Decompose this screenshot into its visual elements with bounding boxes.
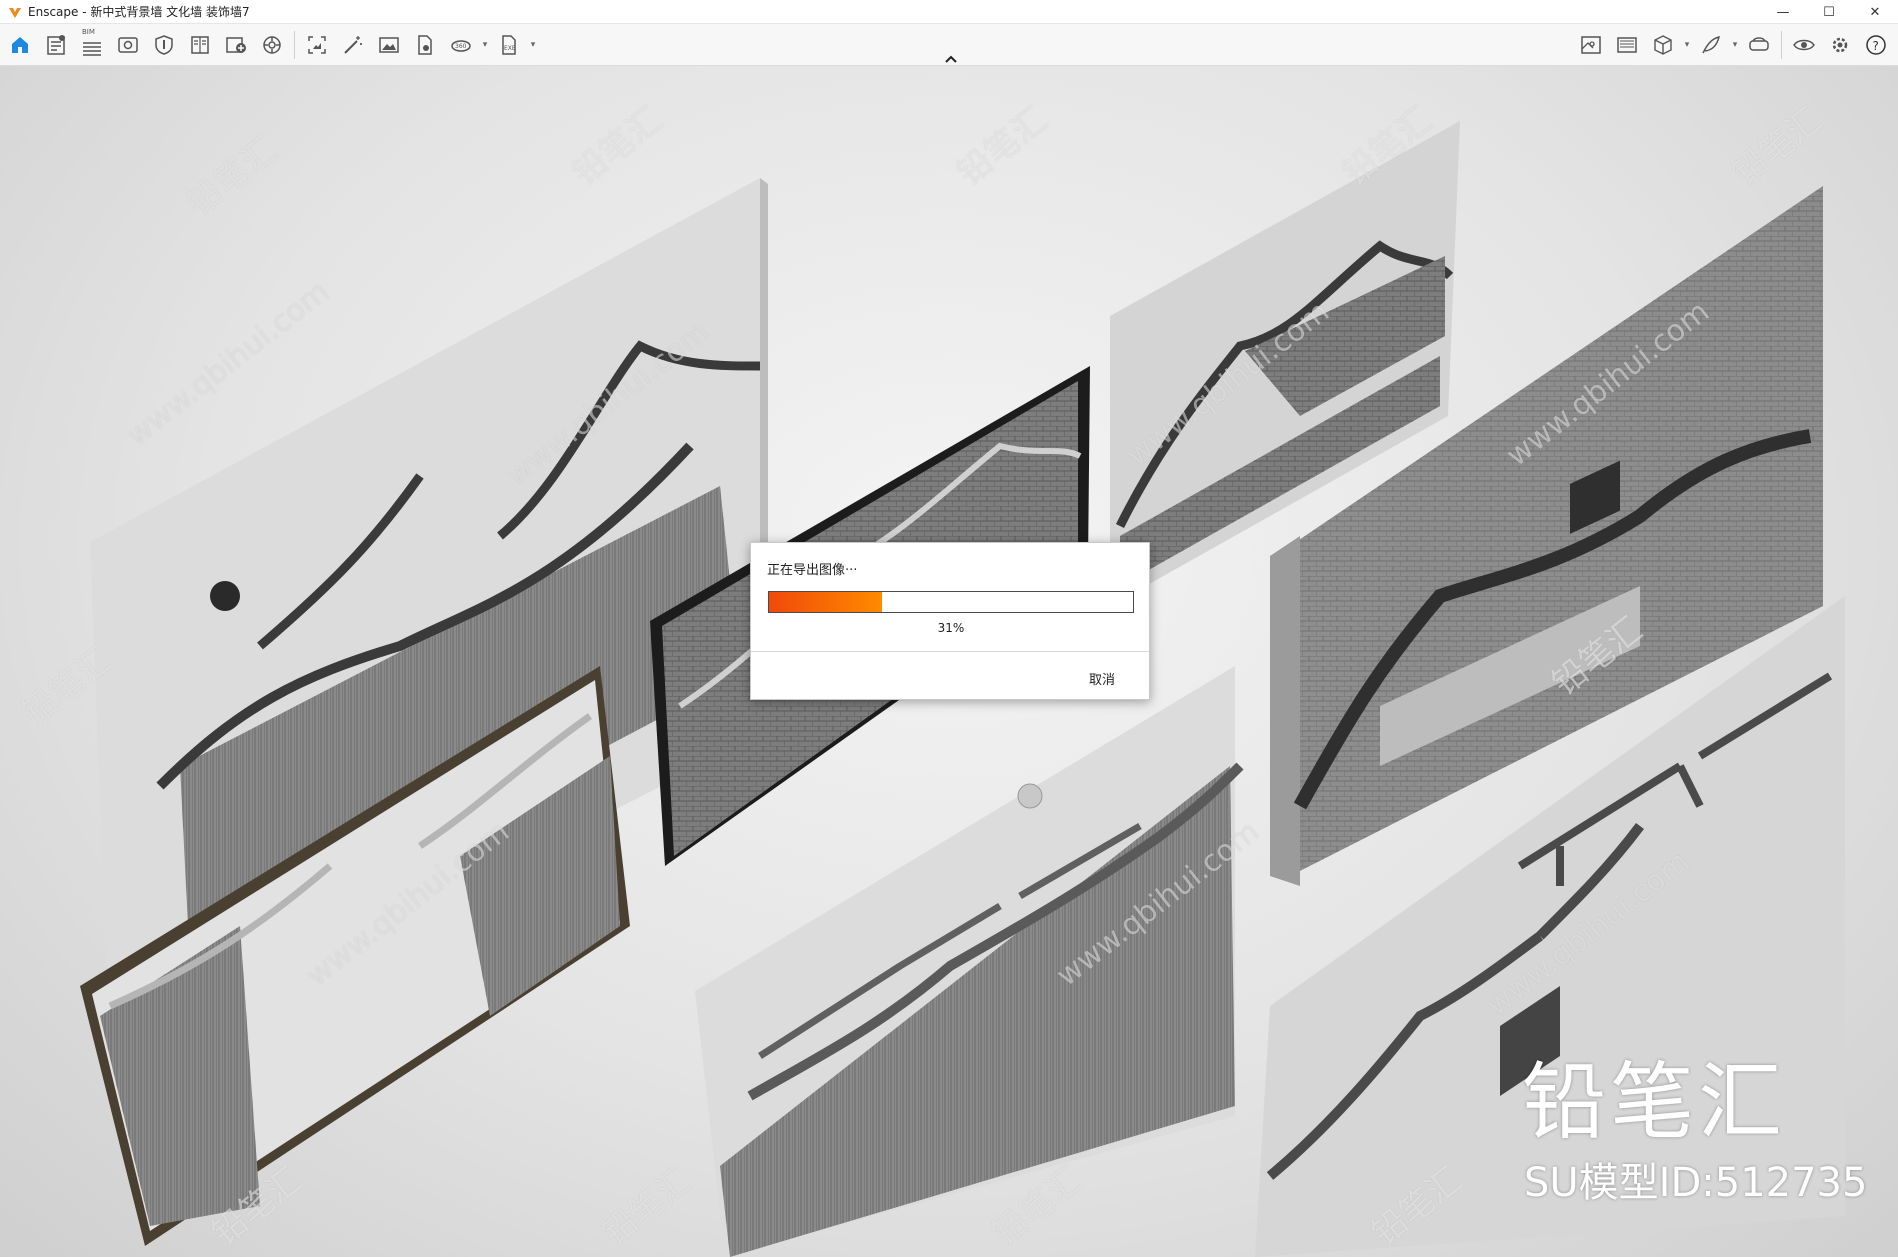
bim-icon <box>83 42 101 56</box>
vr-headset-button[interactable] <box>1741 27 1777 63</box>
cube-icon <box>1654 35 1672 55</box>
gallery-button[interactable] <box>1609 27 1645 63</box>
settings-wheel-button[interactable] <box>254 27 290 63</box>
map-icon <box>1581 36 1601 54</box>
title-bar: Enscape - 新中式背景墙 文化墙 装饰墙7 — ☐ ✕ <box>0 0 1898 24</box>
screenshot-icon <box>308 36 326 54</box>
asset-library-button[interactable] <box>38 27 74 63</box>
enscape-logo-icon <box>9 7 21 18</box>
asset-library-icon <box>47 35 65 55</box>
settings-button[interactable] <box>1822 27 1858 63</box>
maximize-button[interactable]: ☐ <box>1806 0 1852 24</box>
export-progress-dialog: 正在导出图像··· 31% 取消 <box>750 542 1150 700</box>
toolbar-separator <box>294 31 295 59</box>
magic-wand-button[interactable] <box>335 27 371 63</box>
close-button[interactable]: ✕ <box>1852 0 1898 24</box>
shield-button[interactable] <box>146 27 182 63</box>
home-icon <box>12 37 28 53</box>
image-upload-button[interactable] <box>218 27 254 63</box>
feather-dropdown-caret[interactable]: ▾ <box>1729 27 1741 63</box>
cube-button[interactable] <box>1645 27 1681 63</box>
book-icon <box>191 36 209 54</box>
toolbar-right-group: ▾ ▾ ? <box>1573 24 1894 66</box>
svg-text:EXE: EXE <box>504 45 516 52</box>
export-exe-button[interactable]: EXE <box>491 27 527 63</box>
dialog-title: 正在导出图像··· <box>767 563 858 578</box>
panorama-360-icon: 360 <box>451 40 471 52</box>
settings-icon <box>1832 37 1848 53</box>
image-upload-icon <box>226 37 246 53</box>
progress-bar-fill <box>769 592 882 612</box>
feather-button[interactable] <box>1693 27 1729 63</box>
export-exe-icon: EXE <box>502 35 516 55</box>
progress-percent: 31% <box>937 621 965 635</box>
bim-button[interactable]: BIM <box>74 27 110 63</box>
panorama-dropdown-caret[interactable]: ▾ <box>479 27 491 63</box>
home-button[interactable] <box>2 27 38 63</box>
window-title: Enscape - 新中式背景墙 文化墙 装饰墙7 <box>28 5 250 19</box>
shield-icon <box>155 35 173 55</box>
map-button[interactable] <box>1573 27 1609 63</box>
image-button[interactable] <box>371 27 407 63</box>
vr-headset-icon <box>1749 37 1769 51</box>
magic-wand-icon <box>344 36 362 54</box>
eye-icon <box>1793 39 1815 51</box>
document-button[interactable] <box>407 27 443 63</box>
screenshot-button[interactable] <box>299 27 335 63</box>
dialog-divider <box>751 651 1149 652</box>
gallery-icon <box>1617 37 1637 53</box>
svg-text:360: 360 <box>455 43 467 50</box>
cube-dropdown-caret[interactable]: ▾ <box>1681 27 1693 63</box>
progress-bar <box>768 591 1134 613</box>
collapse-toolbar-caret[interactable] <box>939 52 963 66</box>
cancel-button[interactable]: 取消 <box>1085 667 1119 690</box>
help-button[interactable]: ? <box>1858 27 1894 63</box>
book-button[interactable] <box>182 27 218 63</box>
feather-icon <box>1702 35 1721 54</box>
view-button[interactable] <box>110 27 146 63</box>
bim-label: BIM <box>82 28 95 36</box>
toolbar-separator-right <box>1781 31 1782 59</box>
chevron-up-icon <box>945 55 957 63</box>
window-controls: — ☐ ✕ <box>1760 0 1898 24</box>
minimize-button[interactable]: — <box>1760 0 1806 24</box>
toolbar-left-group: BIM 360 ▾ EXE ▾ <box>2 24 539 66</box>
brand-watermark: 铅笔汇 <box>1522 1053 1787 1151</box>
svg-text:?: ? <box>1873 39 1879 53</box>
eye-button[interactable] <box>1786 27 1822 63</box>
panorama-button[interactable]: 360 <box>443 27 479 63</box>
view-icon <box>118 37 138 53</box>
document-icon <box>418 35 432 55</box>
image-icon <box>379 37 399 53</box>
export-dropdown-caret[interactable]: ▾ <box>527 27 539 63</box>
model-id-watermark: SU模型ID:512735 <box>1524 1160 1868 1206</box>
help-icon: ? <box>1866 35 1886 55</box>
settings-wheel-icon <box>263 36 281 54</box>
